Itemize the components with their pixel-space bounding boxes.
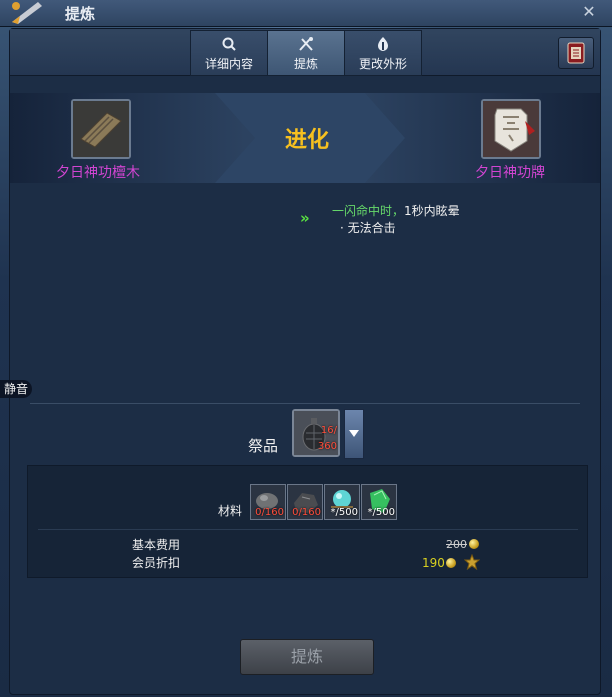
dye-icon	[345, 36, 421, 52]
book-button[interactable]	[558, 37, 594, 69]
token-plaque-icon	[483, 101, 539, 157]
material-count: 0/160	[255, 507, 284, 518]
tab-bar: 详细内容 提炼 更改外形	[10, 29, 600, 76]
effect-text: 1秒内眩晕	[404, 204, 460, 218]
material-slot[interactable]: */500	[324, 484, 360, 520]
mute-badge[interactable]: 静音	[0, 380, 33, 398]
tab-label: 提炼	[293, 57, 318, 71]
wooden-plank-icon	[73, 101, 129, 157]
double-chevron-icon: »	[300, 209, 310, 227]
target-item-name: 夕日神功牌	[475, 165, 545, 181]
coin-icon	[446, 558, 456, 568]
material-count: 0/160	[292, 507, 321, 518]
tab-refine[interactable]: 提炼	[267, 30, 345, 76]
base-cost-value: 200	[446, 538, 467, 551]
divider	[30, 403, 580, 404]
bullet: ·	[340, 221, 344, 235]
material-slot[interactable]: */500	[361, 484, 397, 520]
source-item-name: 夕日神功檀木	[56, 165, 140, 181]
offering-required: 360	[317, 441, 337, 452]
coin-icon	[469, 539, 479, 549]
divider	[38, 529, 578, 530]
material-slot[interactable]: 0/160	[287, 484, 323, 520]
tools-icon	[268, 36, 344, 52]
window-title: 提炼	[65, 5, 96, 23]
material-slot[interactable]: 0/160	[250, 484, 286, 520]
tab-change-appearance[interactable]: 更改外形	[344, 30, 422, 76]
effect-text: 无法合击	[347, 221, 396, 235]
target-item-slot[interactable]	[481, 99, 541, 159]
material-count: */500	[367, 507, 395, 518]
materials-box: 材料 0/160 0/160 */500 */500 基本费用 200 会员折扣…	[27, 465, 588, 578]
close-icon[interactable]: ✕	[578, 2, 600, 22]
evolution-row: 夕日神功檀木 进化 夕日神功牌	[10, 93, 600, 183]
tab-details[interactable]: 详细内容	[190, 30, 268, 76]
materials-label: 材料	[218, 504, 243, 518]
offering-label: 祭品	[248, 437, 279, 455]
effect-highlight: 一闪命中时，	[332, 204, 405, 218]
book-icon	[567, 42, 585, 64]
refine-panel: 详细内容 提炼 更改外形 夕日神功檀木 进化 夕日神功牌 » 一闪命中时，1秒内…	[9, 28, 601, 695]
evolution-label: 进化	[284, 128, 329, 153]
offering-count: 16/	[320, 425, 337, 436]
chevron-down-icon	[349, 430, 359, 437]
refine-button[interactable]: 提炼	[240, 639, 374, 675]
effect-line-1: 一闪命中时，1秒内眩晕	[332, 202, 460, 219]
tab-label: 更改外形	[358, 57, 407, 71]
member-discount-value: 190	[422, 556, 445, 570]
material-count: */500	[330, 507, 358, 518]
base-cost-label: 基本费用	[132, 538, 181, 552]
magnifier-icon	[191, 36, 267, 52]
tab-label: 详细内容	[204, 57, 253, 71]
window-titlebar[interactable]: 提炼 ✕	[0, 0, 612, 27]
offering-slot[interactable]: 16/ 360	[292, 409, 340, 457]
source-item-slot[interactable]	[71, 99, 131, 159]
offering-dropdown-button[interactable]	[344, 409, 364, 459]
logo-icon	[12, 2, 42, 24]
effect-line-2: · 无法合击	[340, 219, 396, 236]
member-discount-label: 会员折扣	[132, 556, 181, 570]
star-icon	[464, 554, 480, 570]
